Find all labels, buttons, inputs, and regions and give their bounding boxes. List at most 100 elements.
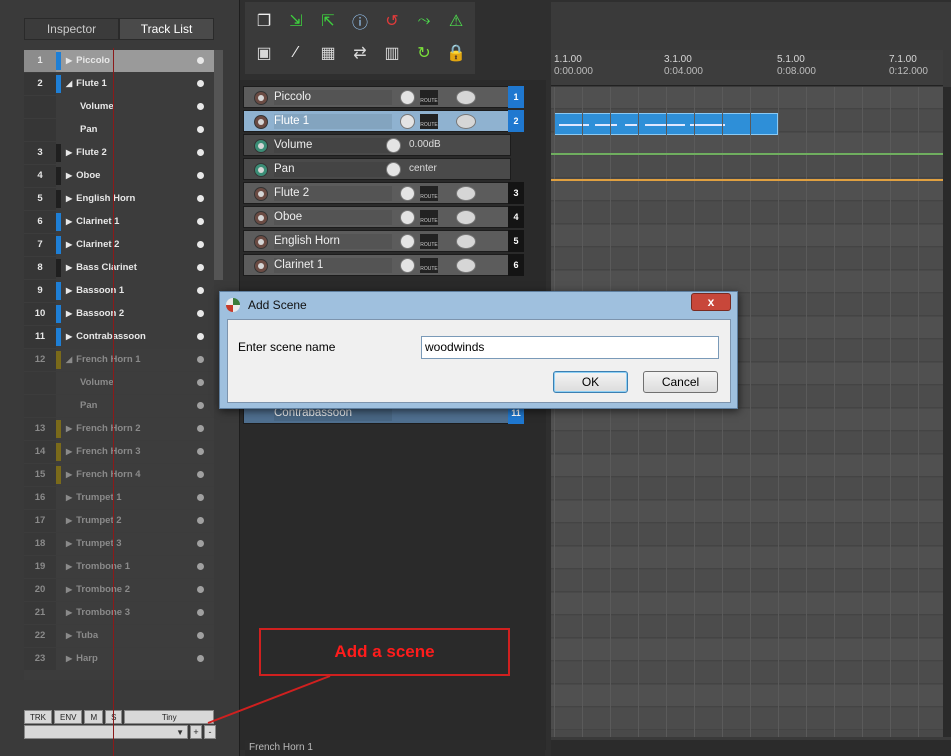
track-name-field[interactable]: English Horn bbox=[274, 234, 392, 249]
track-list-row[interactable]: 1 ▶ Piccolo bbox=[24, 50, 214, 72]
visibility-dot-icon[interactable] bbox=[197, 448, 204, 455]
track-name-field[interactable]: Piccolo bbox=[274, 90, 392, 105]
close-button[interactable]: x bbox=[691, 293, 731, 311]
track-header[interactable]: Piccolo ROUTE bbox=[243, 86, 511, 108]
track-list-row[interactable]: 13 ▶ French Horn 2 bbox=[24, 418, 214, 440]
grid-icon[interactable]: ▦ bbox=[315, 40, 341, 66]
pan-knob[interactable] bbox=[456, 258, 476, 273]
remove-scene-button[interactable]: - bbox=[204, 725, 216, 739]
record-arm-button[interactable] bbox=[254, 259, 268, 273]
visibility-dot-icon[interactable] bbox=[197, 379, 204, 386]
visibility-dot-icon[interactable] bbox=[197, 609, 204, 616]
collapsed-arrow-icon[interactable]: ▶ bbox=[66, 211, 72, 233]
snap-icon[interactable]: ▣ bbox=[251, 40, 277, 66]
track-list-row[interactable]: 18 ▶ Trumpet 3 bbox=[24, 533, 214, 555]
track-lanes[interactable] bbox=[551, 87, 943, 737]
pan-knob[interactable] bbox=[456, 114, 476, 129]
arrange-vertical-scrollbar[interactable] bbox=[943, 87, 951, 737]
pan-knob[interactable] bbox=[456, 234, 476, 249]
collapsed-arrow-icon[interactable]: ▶ bbox=[66, 142, 72, 164]
move-icon[interactable]: ⇄ bbox=[347, 40, 373, 66]
collapsed-arrow-icon[interactable]: ▶ bbox=[66, 648, 72, 670]
collapsed-arrow-icon[interactable]: ▶ bbox=[66, 579, 72, 601]
track-list-row[interactable]: Volume bbox=[24, 96, 214, 118]
track-list-row[interactable]: 19 ▶ Trombone 1 bbox=[24, 556, 214, 578]
visibility-dot-icon[interactable] bbox=[197, 402, 204, 409]
visibility-dot-icon[interactable] bbox=[197, 149, 204, 156]
collapsed-arrow-icon[interactable]: ▶ bbox=[66, 280, 72, 302]
new-track-icon[interactable]: ❐ bbox=[251, 8, 277, 34]
pan-knob[interactable] bbox=[456, 90, 476, 105]
timeline-ruler[interactable]: 1.1.00 0:00.000 3.1.00 0:04.000 5.1.00 0:08.0… bbox=[551, 50, 943, 86]
visibility-dot-icon[interactable] bbox=[197, 264, 204, 271]
columns-icon[interactable]: ▥ bbox=[379, 40, 405, 66]
trk-button[interactable]: TRK bbox=[24, 710, 52, 724]
tab-track-list[interactable]: Track List bbox=[119, 18, 214, 40]
expanded-arrow-icon[interactable]: ◢ bbox=[66, 73, 72, 95]
envelope-icon[interactable]: ⤳ bbox=[411, 8, 437, 34]
visibility-dot-icon[interactable] bbox=[197, 57, 204, 64]
track-list-row[interactable]: 11 ▶ Contrabassoon bbox=[24, 326, 214, 348]
track-name-field[interactable]: Flute 2 bbox=[274, 186, 392, 201]
metronome-icon[interactable]: ⚠ bbox=[443, 8, 469, 34]
route-button[interactable]: ROUTE bbox=[420, 234, 438, 249]
route-button[interactable]: ROUTE bbox=[420, 114, 438, 129]
record-arm-button[interactable] bbox=[254, 211, 268, 225]
route-button[interactable]: ROUTE bbox=[420, 210, 438, 225]
envelope-lane-header[interactable]: Volume 0.00dB bbox=[243, 134, 511, 156]
env-button[interactable]: ENV bbox=[54, 710, 83, 724]
visibility-dot-icon[interactable] bbox=[197, 80, 204, 87]
track-list-row[interactable]: 15 ▶ French Horn 4 bbox=[24, 464, 214, 486]
envelope-active-icon[interactable] bbox=[254, 139, 268, 153]
track-list-row[interactable]: 14 ▶ French Horn 3 bbox=[24, 441, 214, 463]
track-name-field[interactable]: Volume bbox=[274, 138, 392, 153]
volume-knob[interactable] bbox=[400, 90, 415, 105]
track-list-row[interactable]: 23 ▶ Harp bbox=[24, 648, 214, 670]
volume-knob[interactable] bbox=[400, 186, 415, 201]
pan-knob[interactable] bbox=[456, 186, 476, 201]
visibility-dot-icon[interactable] bbox=[197, 126, 204, 133]
record-arm-button[interactable] bbox=[254, 115, 268, 129]
track-list-row[interactable]: 10 ▶ Bassoon 2 bbox=[24, 303, 214, 325]
track-header[interactable]: Clarinet 1 ROUTE bbox=[243, 254, 511, 276]
track-list-scrollbar[interactable] bbox=[214, 50, 223, 280]
import-icon[interactable]: ⇲ bbox=[283, 8, 309, 34]
track-list-row[interactable]: 21 ▶ Trombone 3 bbox=[24, 602, 214, 624]
ripple-icon[interactable]: ⁄ bbox=[283, 40, 309, 66]
collapsed-arrow-icon[interactable]: ▶ bbox=[66, 533, 72, 555]
collapsed-arrow-icon[interactable]: ▶ bbox=[66, 257, 72, 279]
track-list-row[interactable]: 3 ▶ Flute 2 bbox=[24, 142, 214, 164]
visibility-dot-icon[interactable] bbox=[197, 241, 204, 248]
track-list-row[interactable]: 20 ▶ Trombone 2 bbox=[24, 579, 214, 601]
visibility-dot-icon[interactable] bbox=[197, 563, 204, 570]
volume-knob[interactable] bbox=[400, 114, 415, 129]
collapsed-arrow-icon[interactable]: ▶ bbox=[66, 234, 72, 256]
track-name-field[interactable]: Oboe bbox=[274, 210, 392, 225]
tab-inspector[interactable]: Inspector bbox=[24, 18, 119, 40]
loop-icon[interactable]: ↺ bbox=[379, 8, 405, 34]
lock-icon[interactable]: 🔒 bbox=[443, 40, 469, 66]
collapsed-arrow-icon[interactable]: ▶ bbox=[66, 188, 72, 210]
track-list-row[interactable]: 17 ▶ Trumpet 2 bbox=[24, 510, 214, 532]
volume-knob[interactable] bbox=[400, 210, 415, 225]
track-list-row[interactable]: 7 ▶ Clarinet 2 bbox=[24, 234, 214, 256]
visibility-dot-icon[interactable] bbox=[197, 494, 204, 501]
route-button[interactable]: ROUTE bbox=[420, 258, 438, 273]
template-icon[interactable]: ⇱ bbox=[315, 8, 341, 34]
track-list-row[interactable]: 6 ▶ Clarinet 1 bbox=[24, 211, 214, 233]
track-list-row[interactable]: 2 ◢ Flute 1 bbox=[24, 73, 214, 95]
track-list-row[interactable]: 5 ▶ English Horn bbox=[24, 188, 214, 210]
route-button[interactable]: ROUTE bbox=[420, 90, 438, 105]
collapsed-arrow-icon[interactable]: ▶ bbox=[66, 625, 72, 647]
collapsed-arrow-icon[interactable]: ▶ bbox=[66, 165, 72, 187]
record-arm-button[interactable] bbox=[254, 91, 268, 105]
track-list-row[interactable]: 22 ▶ Tuba bbox=[24, 625, 214, 647]
record-arm-button[interactable] bbox=[254, 187, 268, 201]
cycle-icon[interactable]: ↻ bbox=[411, 40, 437, 66]
visibility-dot-icon[interactable] bbox=[197, 471, 204, 478]
scene-dropdown[interactable]: ▼ bbox=[24, 725, 188, 739]
track-header[interactable]: Oboe ROUTE bbox=[243, 206, 511, 228]
envelope-active-icon[interactable] bbox=[254, 163, 268, 177]
collapsed-arrow-icon[interactable]: ▶ bbox=[66, 418, 72, 440]
visibility-dot-icon[interactable] bbox=[197, 425, 204, 432]
